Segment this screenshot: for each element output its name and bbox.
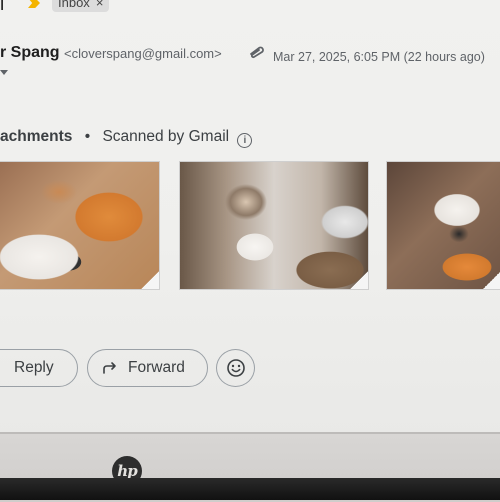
reply-label: Reply [14,359,54,376]
label-chip-text: Inbox [58,0,90,10]
paperclip-icon [250,46,264,59]
smiley-icon [226,359,245,377]
scan-note: Scanned by Gmail [102,128,230,145]
sender-name: r Spang [0,44,60,61]
page-fold-icon [483,271,500,289]
forward-arrow-icon [103,362,116,374]
attachments-header: achments • Scanned by Gmail i [0,128,253,148]
monitor-base [0,478,500,500]
details-chevron-down-icon[interactable] [0,70,8,75]
monitor-screen: l Inbox × r Spang <cloverspang@gmail.com… [0,0,500,438]
separator-dot: • [84,128,91,145]
emoji-reaction-button[interactable] [216,349,255,387]
label-chip-inbox[interactable]: Inbox × [52,0,110,12]
info-icon[interactable]: i [237,133,253,148]
reply-button[interactable]: Reply [0,349,78,387]
important-marker-icon[interactable] [28,0,40,8]
attachment-thumbnail-1[interactable] [0,161,160,290]
attachment-thumbnail-3[interactable] [386,161,500,290]
page-fold-icon [141,271,159,289]
subject-title: l [0,0,5,15]
sender-email: <cloverspang@gmail.com> [64,46,222,61]
attachment-thumbnail-2[interactable] [179,161,369,290]
forward-button[interactable]: Forward [87,349,208,387]
label-chip-close-icon[interactable]: × [96,0,104,12]
page-fold-icon [350,271,368,289]
forward-label: Forward [128,359,185,376]
message-timestamp: Mar 27, 2025, 6:05 PM (22 hours ago) [273,50,485,64]
attachments-title: achments [0,128,73,145]
